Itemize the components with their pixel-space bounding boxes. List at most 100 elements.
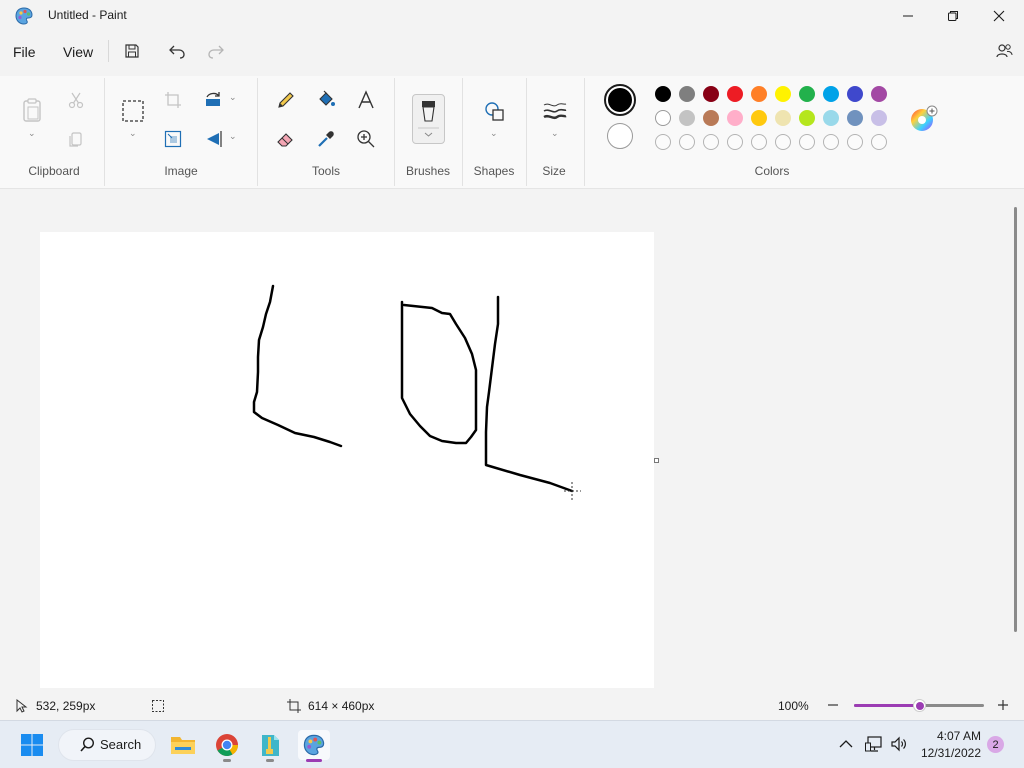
color-swatch[interactable] <box>751 110 767 126</box>
tools-group-label: Tools <box>311 164 340 178</box>
color-swatch[interactable] <box>727 110 743 126</box>
custom-color-slot[interactable] <box>751 134 767 150</box>
plus-icon <box>998 700 1008 710</box>
pencil-button[interactable] <box>271 85 301 115</box>
paste-icon <box>23 98 41 122</box>
image-group-label: Image <box>164 164 198 178</box>
size-button[interactable] <box>540 96 570 126</box>
text-button[interactable] <box>351 85 381 115</box>
custom-color-slot[interactable] <box>655 134 671 150</box>
zoom-slider[interactable] <box>854 699 984 712</box>
canvas-size: 614 × 460px <box>308 699 375 713</box>
rotate-button[interactable] <box>198 85 228 115</box>
color-swatch[interactable] <box>871 110 887 126</box>
chevron-up-icon <box>839 740 853 748</box>
color-swatch[interactable] <box>847 110 863 126</box>
custom-color-slot[interactable] <box>799 134 815 150</box>
start-button[interactable] <box>18 731 46 759</box>
file-explorer-taskbar-button[interactable] <box>167 730 199 760</box>
zoom-slider-thumb[interactable] <box>913 699 926 712</box>
show-hidden-icons-button[interactable] <box>838 736 854 752</box>
title-bar <box>0 0 1024 32</box>
account-button[interactable] <box>990 38 1018 64</box>
color-swatch[interactable] <box>751 86 767 102</box>
color-swatch[interactable] <box>655 110 671 126</box>
view-menu[interactable]: View <box>63 44 93 60</box>
brushes-button[interactable] <box>412 94 445 144</box>
notification-badge[interactable]: 2 <box>987 736 1004 753</box>
custom-color-slot[interactable] <box>775 134 791 150</box>
archive-app-taskbar-button[interactable] <box>254 730 286 760</box>
folder-icon <box>171 737 195 754</box>
edit-colors-button[interactable] <box>910 105 938 133</box>
clock-time[interactable]: 4:07 AM <box>912 729 981 743</box>
clock-date[interactable]: 12/31/2022 <box>912 746 981 760</box>
paste-button[interactable] <box>17 95 47 125</box>
volume-button[interactable] <box>890 735 908 753</box>
redo-button[interactable] <box>202 38 230 64</box>
rotate-chevron-icon[interactable]: ⌄ <box>229 92 237 103</box>
paste-chevron-icon[interactable]: ⌄ <box>28 128 36 139</box>
save-button[interactable] <box>118 38 146 64</box>
size-chevron-icon[interactable]: ⌄ <box>551 128 559 139</box>
zoom-level: 100% <box>778 699 809 713</box>
secondary-color-selector[interactable] <box>607 123 633 149</box>
color-swatch[interactable] <box>799 86 815 102</box>
eraser-button[interactable] <box>271 124 301 154</box>
color-picker-button[interactable] <box>311 124 341 154</box>
color-swatch[interactable] <box>703 86 719 102</box>
shapes-group-label: Shapes <box>473 164 515 178</box>
pencil-cursor <box>564 482 581 500</box>
primary-color-selector[interactable] <box>604 84 636 116</box>
shapes-chevron-icon[interactable]: ⌄ <box>490 128 498 139</box>
custom-color-slot[interactable] <box>703 134 719 150</box>
vertical-scrollbar[interactable] <box>1014 207 1017 632</box>
undo-button[interactable] <box>163 38 191 64</box>
color-swatch[interactable] <box>679 86 695 102</box>
custom-color-slot[interactable] <box>727 134 743 150</box>
file-menu[interactable]: File <box>13 44 36 60</box>
paint-taskbar-button[interactable] <box>298 730 330 760</box>
undo-icon <box>169 45 185 59</box>
color-swatch[interactable] <box>655 86 671 102</box>
color-swatch[interactable] <box>775 86 791 102</box>
color-swatch[interactable] <box>703 110 719 126</box>
copy-button[interactable] <box>61 124 91 154</box>
zoom-in-button[interactable] <box>995 697 1011 713</box>
color-swatch[interactable] <box>847 86 863 102</box>
cut-button[interactable] <box>61 85 91 115</box>
eyedropper-icon <box>318 131 334 147</box>
flip-chevron-icon[interactable]: ⌄ <box>229 131 237 142</box>
color-swatch[interactable] <box>775 110 791 126</box>
canvas-resize-handle[interactable] <box>654 458 659 463</box>
resize-button[interactable] <box>158 124 188 154</box>
flip-button[interactable] <box>198 124 228 154</box>
color-swatch[interactable] <box>871 86 887 102</box>
close-button[interactable] <box>976 0 1022 32</box>
custom-color-slot[interactable] <box>823 134 839 150</box>
magnifier-button[interactable] <box>351 124 381 154</box>
restore-button[interactable] <box>930 0 976 32</box>
select-button[interactable] <box>118 96 148 126</box>
custom-color-slot[interactable] <box>847 134 863 150</box>
windows-logo-icon <box>21 734 43 756</box>
color-swatch[interactable] <box>823 110 839 126</box>
color-swatch[interactable] <box>823 86 839 102</box>
paint-bucket-icon <box>319 90 335 106</box>
custom-color-slot[interactable] <box>679 134 695 150</box>
color-swatch[interactable] <box>799 110 815 126</box>
drawing-canvas[interactable] <box>40 232 654 688</box>
color-swatch[interactable] <box>727 86 743 102</box>
size-group-label: Size <box>542 164 566 178</box>
minimize-button[interactable] <box>885 0 931 32</box>
network-button[interactable] <box>865 735 883 753</box>
color-swatch[interactable] <box>679 110 695 126</box>
custom-color-slot[interactable] <box>871 134 887 150</box>
select-chevron-icon[interactable]: ⌄ <box>129 128 137 139</box>
fill-button[interactable] <box>311 85 341 115</box>
chrome-taskbar-button[interactable] <box>211 730 243 760</box>
shapes-button[interactable] <box>479 96 509 126</box>
minus-icon <box>828 704 838 706</box>
zoom-out-button[interactable] <box>825 697 841 713</box>
crop-button[interactable] <box>158 85 188 115</box>
